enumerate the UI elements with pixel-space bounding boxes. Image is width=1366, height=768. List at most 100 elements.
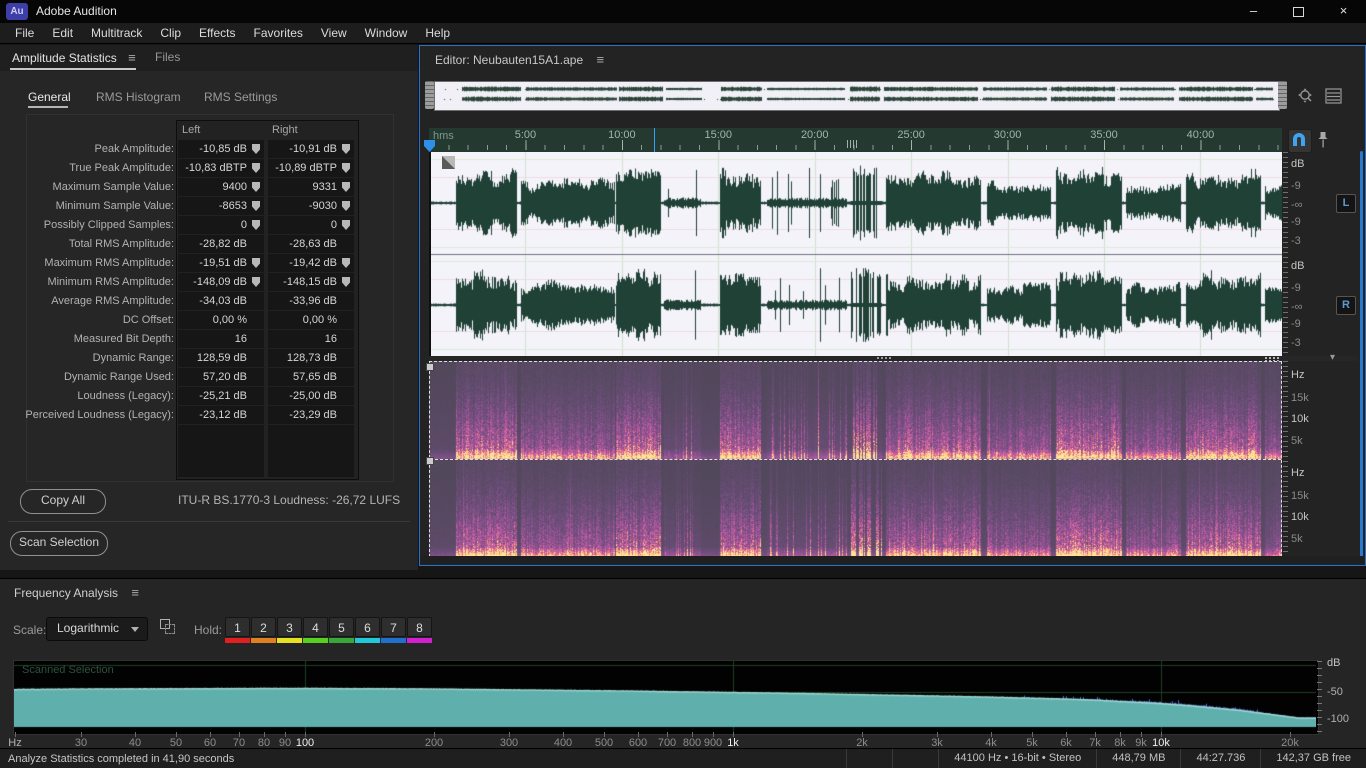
spectral-display[interactable] xyxy=(429,361,1282,557)
locate-pin-icon[interactable] xyxy=(342,201,350,211)
menu-multitrack[interactable]: Multitrack xyxy=(82,23,151,43)
locate-pin-icon[interactable] xyxy=(342,277,350,287)
locate-pin-icon[interactable] xyxy=(342,182,350,192)
tab-amplitude-statistics[interactable]: Amplitude Statistics ≡ xyxy=(12,50,136,65)
list-view-icon[interactable] xyxy=(1325,88,1342,104)
stats-value-left[interactable]: 0,00 % xyxy=(178,311,264,330)
selection-handle-middle[interactable] xyxy=(426,457,434,465)
menu-edit[interactable]: Edit xyxy=(43,23,82,43)
stats-value-left[interactable]: -34,03 dB xyxy=(178,292,264,311)
stats-value-left[interactable]: -10,83 dBTP xyxy=(178,159,264,178)
stats-value-left[interactable]: -19,51 dB xyxy=(178,254,264,273)
hold-button-2[interactable]: 2 xyxy=(251,617,276,637)
locate-pin-icon[interactable] xyxy=(342,258,350,268)
pin-tool-icon[interactable] xyxy=(1317,131,1329,149)
menu-view[interactable]: View xyxy=(312,23,356,43)
maximize-button[interactable] xyxy=(1276,0,1321,23)
hold-slot: 5 xyxy=(329,617,354,643)
overview-right-handle[interactable] xyxy=(1278,81,1287,109)
stats-value-left[interactable]: -28,82 dB xyxy=(178,235,264,254)
stats-row-label: Possibly Clipped Samples: xyxy=(43,219,174,231)
stats-value-right[interactable]: 128,73 dB xyxy=(268,349,354,368)
close-button[interactable]: × xyxy=(1321,0,1366,23)
channel-badge-right[interactable]: R xyxy=(1336,296,1356,315)
zoom-navigate-icon[interactable] xyxy=(1297,87,1315,105)
minimize-button[interactable]: – xyxy=(1231,0,1276,23)
subtab-rms-settings[interactable]: RMS Settings xyxy=(204,90,277,104)
locate-pin-icon[interactable] xyxy=(252,220,260,230)
display-corner-widget[interactable] xyxy=(442,156,455,169)
stats-value-right[interactable]: -28,63 dB xyxy=(268,235,354,254)
stats-value-left[interactable]: -25,21 dB xyxy=(178,387,264,406)
waveform-display[interactable] xyxy=(429,152,1282,356)
stats-value-left[interactable]: 16 xyxy=(178,330,264,349)
stats-value-right[interactable]: -33,96 dB xyxy=(268,292,354,311)
channel-badge-left[interactable]: L xyxy=(1336,194,1356,213)
locate-pin-icon[interactable] xyxy=(252,277,260,287)
hold-button-4[interactable]: 4 xyxy=(303,617,328,637)
locate-pin-icon[interactable] xyxy=(342,220,350,230)
tab-files[interactable]: Files xyxy=(155,50,180,64)
hold-button-1[interactable]: 1 xyxy=(225,617,250,637)
locate-pin-icon[interactable] xyxy=(342,144,350,154)
overview-waveform-canvas[interactable] xyxy=(435,82,1277,108)
stats-value-left[interactable]: 57,20 dB xyxy=(178,368,264,387)
locate-pin-icon[interactable] xyxy=(342,163,350,173)
stats-row: Total RMS Amplitude: -28,82 dB -28,63 dB xyxy=(0,235,418,254)
stats-value-left[interactable]: -23,12 dB xyxy=(178,406,264,425)
hold-button-3[interactable]: 3 xyxy=(277,617,302,637)
stats-value-left[interactable]: -8653 xyxy=(178,197,264,216)
stats-value-right[interactable]: -10,89 dBTP xyxy=(268,159,354,178)
menu-clip[interactable]: Clip xyxy=(151,23,190,43)
subtab-general[interactable]: General xyxy=(28,90,71,104)
frequency-plot[interactable] xyxy=(14,661,1316,732)
scale-collapse-caret-icon[interactable]: ▾ xyxy=(1330,352,1335,363)
vertical-zoom-scrollbar[interactable] xyxy=(1360,151,1363,557)
stats-value-right[interactable]: 0 xyxy=(268,216,354,235)
menu-favorites[interactable]: Favorites xyxy=(245,23,312,43)
snapping-toggle-button[interactable] xyxy=(1288,129,1312,153)
stats-value-right[interactable]: -148,15 dB xyxy=(268,273,354,292)
locate-pin-icon[interactable] xyxy=(252,144,260,154)
stats-value-right[interactable]: 57,65 dB xyxy=(268,368,354,387)
scan-selection-button[interactable]: Scan Selection xyxy=(10,531,108,556)
hold-button-5[interactable]: 5 xyxy=(329,617,354,637)
hold-button-8[interactable]: 8 xyxy=(407,617,432,637)
stats-value-right[interactable]: -9030 xyxy=(268,197,354,216)
locate-pin-icon[interactable] xyxy=(252,201,260,211)
locate-pin-icon[interactable] xyxy=(252,163,260,173)
stats-value-right[interactable]: -23,29 dB xyxy=(268,406,354,425)
frequency-panel-menu-icon[interactable]: ≡ xyxy=(131,585,139,600)
stats-value-text: 0,00 % xyxy=(212,314,247,326)
subtab-rms-histogram[interactable]: RMS Histogram xyxy=(96,90,181,104)
stats-value-left[interactable]: 128,59 dB xyxy=(178,349,264,368)
overview-navigator[interactable] xyxy=(434,81,1280,111)
menu-file[interactable]: File xyxy=(6,23,43,43)
overview-left-handle[interactable] xyxy=(425,81,434,109)
stats-value-right[interactable]: 16 xyxy=(268,330,354,349)
stats-value-right[interactable]: 0,00 % xyxy=(268,311,354,330)
stats-value-right[interactable]: 9331 xyxy=(268,178,354,197)
editor-menu-icon[interactable]: ≡ xyxy=(596,52,604,67)
selection-handle-top[interactable] xyxy=(426,363,434,371)
stats-value-left[interactable]: 9400 xyxy=(178,178,264,197)
scale-dropdown[interactable]: Logarithmic xyxy=(46,617,148,641)
hold-button-6[interactable]: 6 xyxy=(355,617,380,637)
stats-value-right[interactable]: -10,91 dB xyxy=(268,140,354,159)
panel-menu-icon[interactable]: ≡ xyxy=(128,50,136,65)
stats-value-right[interactable]: -19,42 dB xyxy=(268,254,354,273)
stats-value-left[interactable]: 0 xyxy=(178,216,264,235)
menu-window[interactable]: Window xyxy=(356,23,417,43)
menu-help[interactable]: Help xyxy=(416,23,459,43)
hold-button-7[interactable]: 7 xyxy=(381,617,406,637)
locate-pin-icon[interactable] xyxy=(252,258,260,268)
menu-effects[interactable]: Effects xyxy=(190,23,244,43)
copy-all-button[interactable]: Copy All xyxy=(20,489,106,514)
locate-pin-icon[interactable] xyxy=(252,182,260,192)
stats-value-right[interactable]: -25,00 dB xyxy=(268,387,354,406)
stats-value-left[interactable]: -10,85 dB xyxy=(178,140,264,159)
stats-value-left[interactable]: -148,09 dB xyxy=(178,273,264,292)
copy-graph-icon[interactable] xyxy=(160,619,175,634)
timeline-ruler[interactable]: hms 5:00 10:00 15:00 20:00 25:00 30:00 35:00 40… xyxy=(429,128,1282,153)
stats-value-text: -19,42 dB xyxy=(289,257,337,269)
